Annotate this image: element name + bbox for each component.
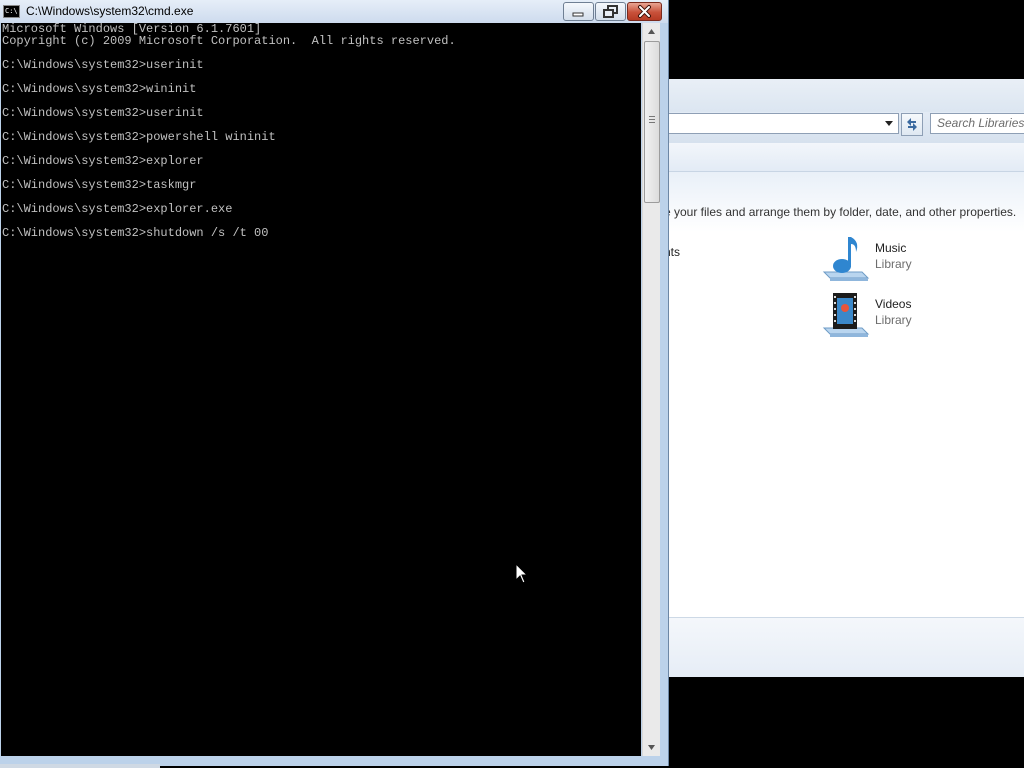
console-output[interactable]: Microsoft Windows [Version 6.1.7601] Copy… <box>1 23 641 756</box>
console-line: C:\Windows\system32>explorer <box>2 154 204 168</box>
console-text: Microsoft Windows [Version 6.1.7601] Copy… <box>1 23 641 239</box>
music-library-icon <box>822 237 870 281</box>
console-line: C:\Windows\system32>userinit <box>2 58 204 72</box>
library-type: Library <box>875 313 912 327</box>
refresh-button[interactable] <box>901 113 923 136</box>
cmd-window-icon[interactable]: C:\ <box>3 5 20 18</box>
restore-button[interactable] <box>595 2 626 21</box>
cmd-icon-label: C:\ <box>5 7 18 15</box>
mouse-pointer-icon <box>515 563 529 584</box>
library-name: Music <box>875 241 907 255</box>
vertical-scrollbar[interactable] <box>642 23 660 756</box>
libraries-description: e your files and arrange them by folder,… <box>664 205 1017 219</box>
scroll-down-icon[interactable] <box>643 739 660 756</box>
close-button[interactable] <box>627 2 662 21</box>
explorer-details-pane <box>660 617 1024 677</box>
cmd-window[interactable]: C:\ C:\Windows\system32\cmd.exe Microsof… <box>0 0 669 766</box>
cmd-titlebar[interactable]: C:\ C:\Windows\system32\cmd.exe <box>0 0 668 23</box>
library-item-videos[interactable]: Videos Library <box>820 290 1020 340</box>
restore-icon <box>603 5 618 18</box>
minimize-button[interactable] <box>563 2 594 21</box>
refresh-icon <box>907 118 917 131</box>
console-line: C:\Windows\system32>powershell wininit <box>2 130 276 144</box>
console-line: C:\Windows\system32>taskmgr <box>2 178 197 192</box>
library-type: Library <box>875 257 912 271</box>
window-title: C:\Windows\system32\cmd.exe <box>26 4 194 18</box>
library-name: Videos <box>875 297 912 311</box>
videos-library-icon <box>822 293 870 337</box>
scroll-up-icon[interactable] <box>643 23 660 40</box>
chevron-down-icon[interactable] <box>884 116 894 130</box>
library-item-music[interactable]: Music Library <box>820 234 1020 284</box>
console-line: C:\Windows\system32>wininit <box>2 82 197 96</box>
explorer-toolbar <box>660 143 1024 172</box>
search-input[interactable]: Search Libraries <box>930 113 1024 134</box>
console-line: Copyright (c) 2009 Microsoft Corporation… <box>2 34 456 48</box>
explorer-window[interactable]: Search Libraries e your files and arrang… <box>660 79 1024 677</box>
grip-icon <box>649 116 655 123</box>
console-line: C:\Windows\system32>userinit <box>2 106 204 120</box>
horizontal-scrollbar[interactable] <box>0 764 160 768</box>
minimize-icon <box>572 12 584 17</box>
close-icon <box>638 5 651 18</box>
console-line: C:\Windows\system32>shutdown /s /t 00 <box>2 226 269 240</box>
explorer-titlebar[interactable] <box>660 79 1024 112</box>
address-field[interactable] <box>660 113 899 134</box>
scrollbar-thumb[interactable] <box>644 41 660 203</box>
console-line: C:\Windows\system32>explorer.exe <box>2 202 233 216</box>
